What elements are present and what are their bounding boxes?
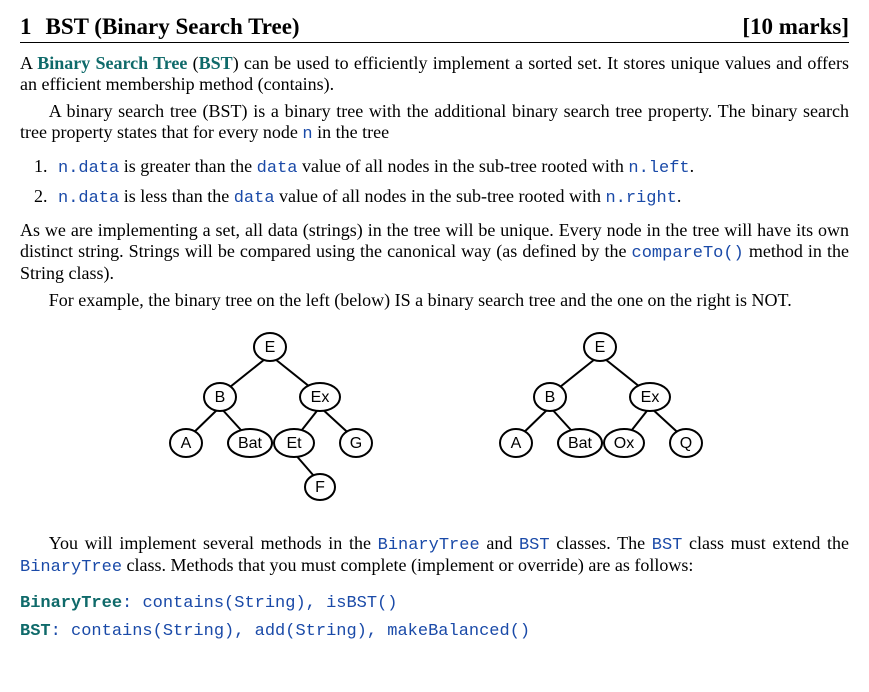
- section-heading: 1 BST (Binary Search Tree) [10 marks]: [20, 14, 849, 43]
- method: contains(String): [142, 594, 305, 613]
- code-nright: n.right: [605, 189, 676, 208]
- tree-left: E B Ex A Bat Et G F: [150, 325, 390, 515]
- code-nleft: n.left: [628, 159, 689, 178]
- node-label: Q: [679, 435, 691, 452]
- paragraph-property: A binary search tree (BST) is a binary t…: [20, 101, 849, 144]
- node-label: Bat: [237, 435, 262, 452]
- property-item-1: n.data is greater than the data value of…: [52, 156, 849, 178]
- node-label: Et: [286, 435, 302, 452]
- node-label: A: [510, 435, 521, 452]
- code-BST: BST: [652, 536, 683, 555]
- code-n: n: [302, 125, 312, 144]
- node-label: Bat: [567, 435, 592, 452]
- node-label: E: [594, 339, 605, 356]
- tree-figures: E B Ex A Bat Et G F E: [20, 325, 849, 515]
- node-label: B: [214, 389, 225, 406]
- node-label: A: [180, 435, 191, 452]
- method: isBST(): [326, 594, 397, 613]
- methods-bst: BST: contains(String), add(String), make…: [20, 619, 849, 641]
- code-BST: BST: [519, 536, 550, 555]
- section-title: BST (Binary Search Tree): [46, 14, 300, 39]
- tree-right: E B Ex A Bat Ox Q: [480, 325, 720, 475]
- term-bst-short: BST: [199, 53, 233, 73]
- class-name: BinaryTree: [20, 594, 122, 613]
- methods-binarytree: BinaryTree: contains(String), isBST(): [20, 591, 849, 613]
- section-number: 1: [20, 14, 32, 39]
- property-list: n.data is greater than the data value of…: [20, 156, 849, 208]
- code-ndata: n.data: [58, 189, 119, 208]
- paragraph-example: For example, the binary tree on the left…: [20, 290, 849, 311]
- code-data: data: [257, 159, 298, 178]
- code-BinaryTree: BinaryTree: [20, 558, 122, 577]
- node-label: G: [349, 435, 361, 452]
- term-bst-long: Binary Search Tree: [37, 53, 187, 73]
- method: makeBalanced(): [387, 622, 530, 641]
- node-label: E: [264, 339, 275, 356]
- node-label: Ex: [640, 389, 659, 406]
- code-ndata: n.data: [58, 159, 119, 178]
- code-BinaryTree: BinaryTree: [378, 536, 480, 555]
- property-item-2: n.data is less than the data value of al…: [52, 186, 849, 208]
- code-compareto: compareTo(): [632, 244, 744, 263]
- node-label: B: [544, 389, 555, 406]
- node-label: Ox: [613, 435, 633, 452]
- class-name: BST: [20, 622, 51, 641]
- node-label: Ex: [310, 389, 329, 406]
- paragraph-unique: As we are implementing a set, all data (…: [20, 220, 849, 284]
- node-label: F: [315, 479, 325, 496]
- code-data: data: [234, 189, 275, 208]
- method: contains(String): [71, 622, 234, 641]
- paragraph-intro: A Binary Search Tree (BST) can be used t…: [20, 53, 849, 95]
- paragraph-implement: You will implement several methods in th…: [20, 533, 849, 577]
- method: add(String): [255, 622, 367, 641]
- section-marks: [10 marks]: [742, 14, 849, 40]
